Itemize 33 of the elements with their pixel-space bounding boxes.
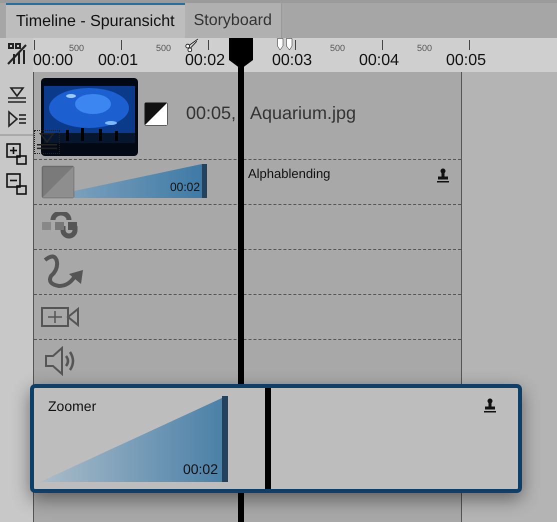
collapse-tracks-icon[interactable]	[6, 86, 26, 104]
ruler-time-label: 00:05	[446, 52, 486, 70]
transition-name: Alphablending	[248, 165, 330, 183]
time-ruler[interactable]: 500 500 500 500 00:00 00:01 00:02 00:03 00:04 00:05	[33, 38, 557, 72]
ruler-sublabel: 500	[330, 42, 346, 55]
effect-name: Zoomer	[48, 397, 96, 416]
clip-duration: 00:05,	[186, 102, 236, 125]
clip-file-name: Aquarium.jpg	[250, 102, 356, 125]
remove-track-icon[interactable]	[4, 172, 28, 196]
ruler-time-label: 00:04	[359, 52, 400, 70]
ruler-sublabel: 500	[69, 42, 84, 54]
ruler-time-label: 00:03	[272, 52, 312, 70]
ruler-time-label: 00:00	[33, 52, 74, 70]
tab[interactable]: Timeline - Spuransicht	[6, 3, 185, 38]
alpha-blend-icon	[144, 102, 168, 126]
marker-icon[interactable]	[277, 38, 293, 52]
expand-tracks-icon[interactable]	[6, 110, 26, 128]
ruler-time-label: 00:01	[98, 52, 138, 70]
stamp-icon[interactable]	[484, 398, 496, 413]
add-track-icon[interactable]	[4, 142, 28, 166]
stamp-icon[interactable]	[437, 168, 449, 183]
ruler-sublabel: 500	[156, 42, 172, 55]
alpha-blend-icon	[41, 165, 75, 199]
transition-duration: 00:02	[170, 179, 200, 196]
effect-duration: 00:02	[182, 460, 218, 479]
ruler-settings-icon[interactable]	[6, 42, 28, 66]
scissors-icon[interactable]	[185, 38, 199, 52]
ruler-time-label: 00:02	[185, 52, 226, 70]
track-mode-icon[interactable]	[34, 130, 60, 154]
camera-move-icon[interactable]	[41, 306, 79, 328]
curved-arrow-icon[interactable]	[41, 254, 85, 290]
tab[interactable]: Storyboard	[184, 3, 282, 38]
ruler-sublabel: 500	[417, 42, 432, 55]
